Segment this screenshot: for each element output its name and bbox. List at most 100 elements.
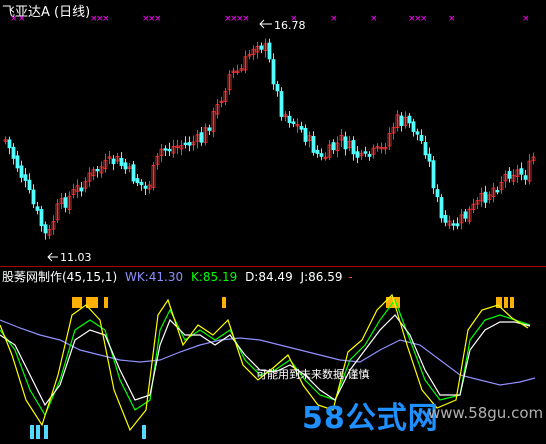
indicator-name: 股莠网制作(45,15,1) xyxy=(2,270,118,284)
candle-body xyxy=(287,115,292,123)
d-line xyxy=(0,314,531,407)
candle-body xyxy=(415,131,420,135)
candle-body xyxy=(95,168,100,172)
candle-body xyxy=(135,178,140,184)
candle-body xyxy=(259,45,264,50)
candle-body xyxy=(123,162,128,170)
candle-body xyxy=(319,153,324,157)
candle-body xyxy=(279,91,284,117)
signal-bar xyxy=(72,297,82,308)
candle-body xyxy=(63,197,68,208)
candle-body xyxy=(427,153,432,162)
marker-x: × xyxy=(420,14,428,24)
k-value: K:85.19 xyxy=(190,270,238,284)
candle-body xyxy=(355,151,360,158)
candle-body xyxy=(111,158,116,165)
candle-body xyxy=(331,142,336,151)
watermark-text: 58公式网 xyxy=(302,401,439,436)
candle-body xyxy=(143,185,148,189)
marker-x: × xyxy=(154,14,162,24)
marker-x: × xyxy=(330,14,338,24)
signal-markers: × × ××× ××× ×××× × × × ××× × × xyxy=(10,14,530,24)
candle-body xyxy=(399,115,404,126)
marker-x: × xyxy=(18,14,26,24)
candle-body xyxy=(31,189,36,205)
candle-body xyxy=(27,179,32,191)
candle-body xyxy=(443,214,448,223)
candle-body xyxy=(7,139,12,149)
signal-bar xyxy=(104,297,108,308)
candle-body xyxy=(495,190,500,193)
candle-body xyxy=(315,149,320,154)
candle-body xyxy=(15,155,20,169)
high-annotation: 16.78 xyxy=(259,19,306,32)
candle-body xyxy=(407,115,412,124)
signal-bar xyxy=(142,425,146,439)
marker-x: × xyxy=(10,14,18,24)
stock-chart: × × ××× ××× ×××× × × × ××× × × 16.78 11.03 可能用到未来数… xyxy=(0,14,536,439)
candle-body xyxy=(311,135,316,153)
candle-body xyxy=(199,132,204,143)
candle-body xyxy=(439,197,444,219)
indicator-caption: 可能用到未来数据,谨慎 xyxy=(256,367,370,381)
candle-body xyxy=(367,154,372,157)
candle-body xyxy=(303,127,308,142)
marker-x: × xyxy=(448,14,456,24)
candle-body xyxy=(343,136,348,150)
signal-bar xyxy=(92,297,98,308)
candle-body xyxy=(183,142,188,145)
signal-bar xyxy=(30,425,34,439)
high-price-label: 16.78 xyxy=(274,19,306,32)
indicator-signal-bars-top xyxy=(72,297,514,308)
low-price-label: 11.03 xyxy=(60,251,92,264)
candle-body xyxy=(39,208,44,227)
wk-value: WK:41.30 xyxy=(125,270,184,284)
candle-body xyxy=(23,174,28,181)
candle-body xyxy=(519,168,524,175)
low-annotation: 11.03 xyxy=(47,251,92,264)
candle-body xyxy=(207,127,212,131)
watermark-url: www.58gu.com xyxy=(428,404,544,422)
indicator-header: 股莠网制作(45,15,1) WK:41.30 K:85.19 D:84.49 … xyxy=(2,268,353,285)
candle-body xyxy=(119,157,124,166)
signal-bar xyxy=(222,297,226,308)
candle-body xyxy=(35,206,40,211)
candle-body xyxy=(19,165,24,178)
candle-body xyxy=(351,140,356,155)
candle-body xyxy=(419,135,424,142)
panel-divider xyxy=(0,266,546,267)
candle-body xyxy=(163,148,168,151)
candle-body xyxy=(79,187,84,192)
candle-body xyxy=(139,181,144,186)
signal-bar xyxy=(36,425,40,439)
watermark-logo: 58公式网 xyxy=(302,393,439,437)
candle-body xyxy=(167,148,172,152)
indicator-tail: - xyxy=(348,270,353,284)
candle-body xyxy=(523,175,528,180)
candle-body xyxy=(275,83,280,92)
candle-body xyxy=(267,42,272,60)
candle-body xyxy=(507,171,512,179)
marker-x: × xyxy=(102,14,110,24)
signal-bar xyxy=(44,425,48,439)
marker-x: × xyxy=(242,14,250,24)
candle-body xyxy=(451,223,456,226)
candle-body xyxy=(431,160,436,189)
signal-bar xyxy=(510,297,514,308)
candlestick-series xyxy=(3,38,536,240)
signal-bar xyxy=(504,297,508,308)
candle-body xyxy=(131,164,136,182)
candle-body xyxy=(363,151,368,154)
candle-body xyxy=(43,224,48,234)
candle-body xyxy=(11,146,16,159)
j-value: J:86.59 xyxy=(300,270,343,284)
candle-body xyxy=(299,126,304,130)
candle-body xyxy=(187,142,192,146)
marker-x: × xyxy=(370,14,378,24)
d-value: D:84.49 xyxy=(245,270,293,284)
candle-body xyxy=(271,59,276,85)
candle-body xyxy=(483,191,488,203)
k-line xyxy=(0,298,531,417)
candle-body xyxy=(423,142,428,156)
candle-body xyxy=(435,189,440,198)
